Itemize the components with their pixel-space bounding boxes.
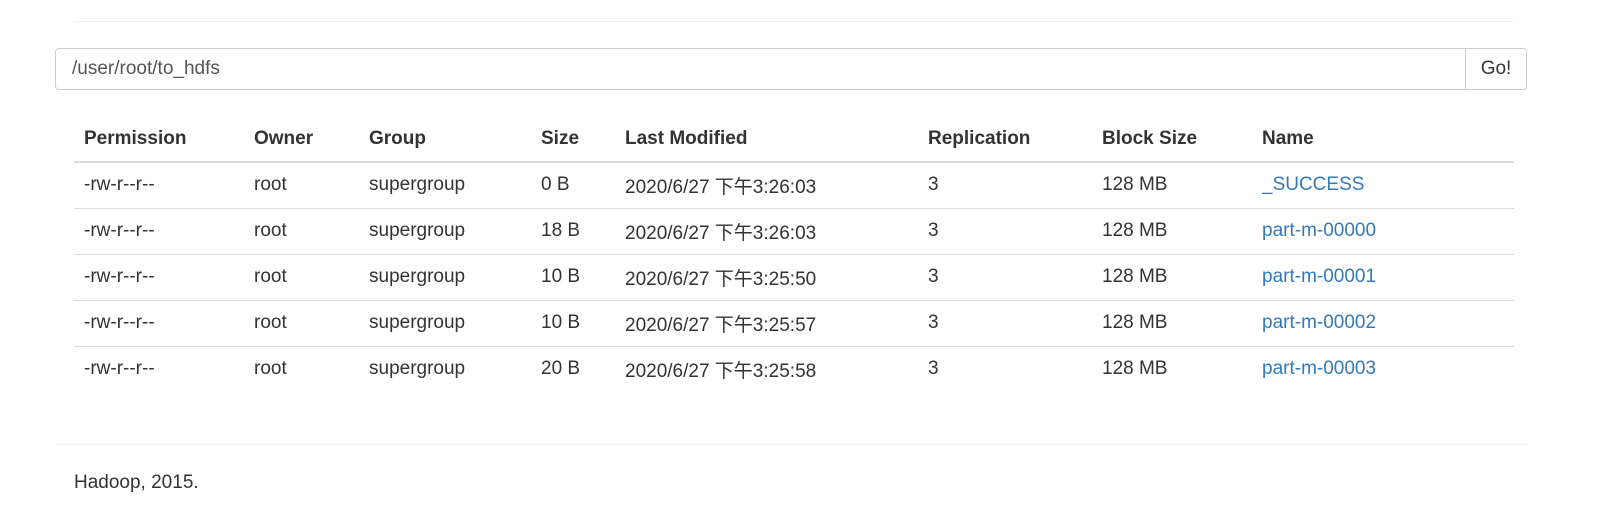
column-header-block-size[interactable]: Block Size xyxy=(1092,116,1252,163)
cell-owner: root xyxy=(244,254,359,301)
cell-replication: 3 xyxy=(928,358,939,380)
file-listing-table: Permission Owner Group Size Last Modifie… xyxy=(74,116,1514,392)
cell-block-size: 128 MB xyxy=(1092,254,1252,301)
cell-owner: root xyxy=(244,162,359,209)
cell-size: 10 B xyxy=(531,300,615,347)
file-name-link[interactable]: part-m-00002 xyxy=(1262,312,1376,333)
column-header-permission[interactable]: Permission xyxy=(74,116,244,163)
file-name-link[interactable]: part-m-00000 xyxy=(1262,220,1376,241)
cell-name: part-m-00001 xyxy=(1252,254,1514,301)
cell-group: supergroup xyxy=(359,162,531,209)
file-name-link[interactable]: part-m-00003 xyxy=(1262,358,1376,379)
footer-text: Hadoop, 2015. xyxy=(74,472,199,493)
cell-permission: -rw-r--r-- xyxy=(74,208,244,255)
table-row: -rw-r--r-- root supergroup 20 B 2020/6/2… xyxy=(74,346,1514,392)
table-row: -rw-r--r-- root supergroup 10 B 2020/6/2… xyxy=(74,300,1514,347)
cell-replication: 3 xyxy=(918,254,1092,301)
cell-replication: 3 xyxy=(918,162,1092,209)
column-header-name[interactable]: Name xyxy=(1252,116,1514,163)
file-name-link[interactable]: part-m-00001 xyxy=(1262,266,1376,287)
cell-replication: 3 xyxy=(918,208,1092,255)
cell-block-size: 128 MB xyxy=(1102,358,1168,380)
cell-last-modified: 2020/6/27 下午3:25:57 xyxy=(615,300,918,347)
file-name-link[interactable]: _SUCCESS xyxy=(1262,174,1364,195)
table-header-row: Permission Owner Group Size Last Modifie… xyxy=(74,116,1514,163)
cell-permission: -rw-r--r-- xyxy=(84,358,155,380)
cell-owner: root xyxy=(244,300,359,347)
cell-block-size: 128 MB xyxy=(1092,162,1252,209)
cell-last-modified: 2020/6/27 下午3:25:50 xyxy=(615,254,918,301)
cell-name: _SUCCESS xyxy=(1252,162,1514,209)
cell-group: supergroup xyxy=(359,208,531,255)
cell-group: supergroup xyxy=(359,254,531,301)
cell-size: 0 B xyxy=(531,162,615,209)
cell-permission: -rw-r--r-- xyxy=(74,162,244,209)
cell-group: supergroup xyxy=(359,300,531,347)
table-row: -rw-r--r-- root supergroup 18 B 2020/6/2… xyxy=(74,208,1514,255)
path-bar: Go! xyxy=(55,48,1527,90)
cell-last-modified: 2020/6/27 下午3:26:03 xyxy=(615,208,918,255)
cell-permission: -rw-r--r-- xyxy=(74,300,244,347)
cell-size: 18 B xyxy=(531,208,615,255)
cell-last-modified: 2020/6/27 下午3:25:58 xyxy=(625,360,817,382)
cell-replication: 3 xyxy=(918,300,1092,347)
top-divider xyxy=(74,21,1514,22)
cell-group: supergroup xyxy=(369,358,466,380)
go-button[interactable]: Go! xyxy=(1465,48,1527,90)
cell-name: part-m-00003 xyxy=(1252,346,1514,392)
cell-size: 20 B xyxy=(541,358,581,380)
table-row: -rw-r--r-- root supergroup 0 B 2020/6/27… xyxy=(74,162,1514,209)
cell-size: 10 B xyxy=(531,254,615,301)
cell-owner: root xyxy=(254,358,287,380)
cell-block-size: 128 MB xyxy=(1092,300,1252,347)
cell-permission: -rw-r--r-- xyxy=(74,254,244,301)
cell-block-size: 128 MB xyxy=(1092,208,1252,255)
column-header-owner[interactable]: Owner xyxy=(244,116,359,163)
cell-name: part-m-00000 xyxy=(1252,208,1514,255)
path-input[interactable] xyxy=(55,48,1465,90)
cell-last-modified: 2020/6/27 下午3:26:03 xyxy=(615,162,918,209)
column-header-last-modified[interactable]: Last Modified xyxy=(615,116,918,163)
cell-owner: root xyxy=(244,208,359,255)
footer-divider xyxy=(55,444,1527,445)
column-header-size[interactable]: Size xyxy=(531,116,615,163)
table-row: -rw-r--r-- root supergroup 10 B 2020/6/2… xyxy=(74,254,1514,301)
column-header-replication[interactable]: Replication xyxy=(918,116,1092,163)
column-header-group[interactable]: Group xyxy=(359,116,531,163)
cell-name: part-m-00002 xyxy=(1252,300,1514,347)
